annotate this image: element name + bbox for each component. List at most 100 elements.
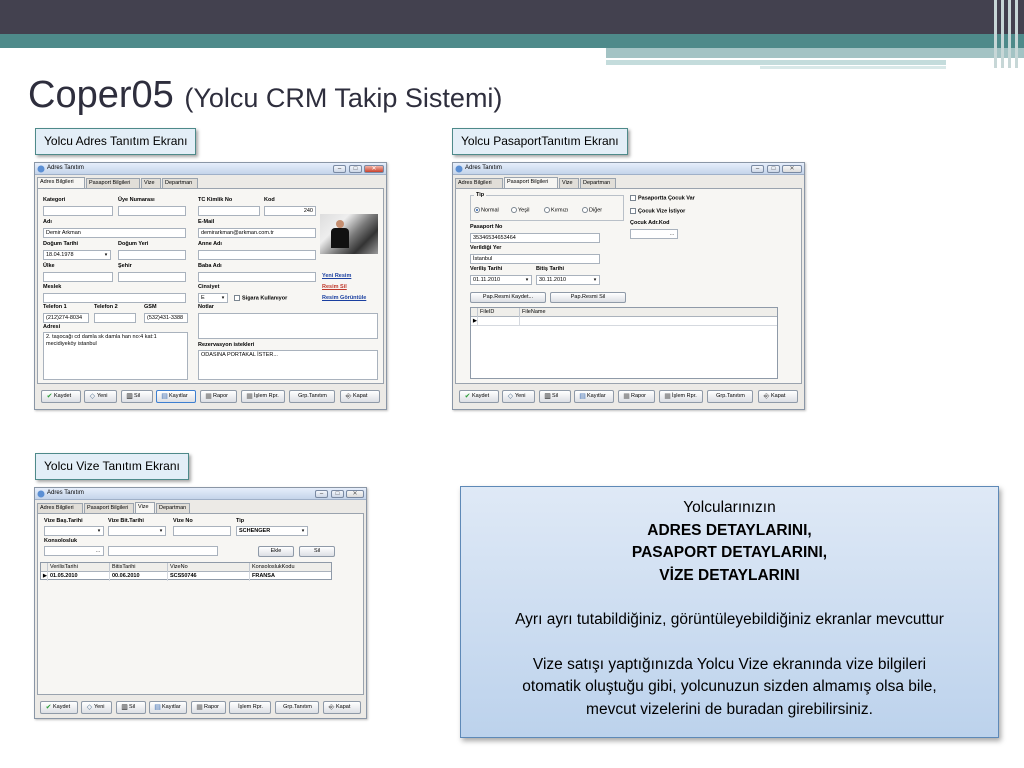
radio-kirmizi[interactable]: Kırmızı xyxy=(544,207,568,213)
chevron-down-icon[interactable]: ▾ xyxy=(592,277,598,283)
dogum-tarihi-input[interactable]: 18.04.1978 ▾ xyxy=(43,250,111,260)
tab-adres[interactable]: Adres Bilgileri xyxy=(37,177,85,188)
kaydet-button[interactable]: ✔ Kaydet xyxy=(41,390,81,403)
radio-yesil[interactable]: Yeşil xyxy=(511,207,529,213)
yeni-button[interactable]: ◇ Yeni xyxy=(81,701,112,714)
tab-adres[interactable]: Adres Bilgileri xyxy=(37,503,83,513)
chevron-down-icon[interactable]: ▾ xyxy=(524,277,530,283)
cocuk-kod-input[interactable]: … xyxy=(630,229,678,239)
minimize-button[interactable]: – xyxy=(751,165,764,173)
adi-input[interactable]: Demir Arkman xyxy=(43,228,186,238)
chevron-down-icon[interactable]: ▾ xyxy=(103,252,109,258)
table-row[interactable]: ▶ xyxy=(471,317,777,326)
col-filename[interactable]: FileName xyxy=(520,308,776,317)
vize-sil-button[interactable]: Sil xyxy=(299,546,335,557)
resim-goruntule-link[interactable]: Resim Görüntüle xyxy=(322,295,366,301)
close-button[interactable]: ✕ xyxy=(364,165,384,173)
tab-adres[interactable]: Adres Bilgileri xyxy=(455,178,503,188)
meslek-input[interactable] xyxy=(43,293,186,303)
radio-normal[interactable]: Normal xyxy=(474,207,499,213)
ellipsis-icon[interactable]: … xyxy=(668,231,676,237)
adres-textarea[interactable]: 2. taşocağı cd damla sk damla han no:4 k… xyxy=(43,332,188,380)
anne-input[interactable] xyxy=(198,250,316,260)
radio-diger[interactable]: Diğer xyxy=(582,207,602,213)
col-fileid[interactable]: FileID xyxy=(478,308,520,317)
tab-pasaport[interactable]: Pasaport Bilgileri xyxy=(86,178,140,188)
rezervasyon-textarea[interactable]: ODASINA PORTAKAL İSTER... xyxy=(198,350,378,380)
notlar-textarea[interactable] xyxy=(198,313,378,339)
kaydet-button[interactable]: ✔ Kaydet xyxy=(459,390,499,403)
sil-button[interactable]: ▥Sil xyxy=(539,390,571,403)
rapor-button[interactable]: ▦Rapor xyxy=(200,390,237,403)
chevron-down-icon[interactable]: ▾ xyxy=(96,528,102,534)
verildigi-input[interactable]: İstanbul xyxy=(470,254,600,264)
grp-tanitim-button[interactable]: Grp.Tanıtım xyxy=(707,390,753,403)
chevron-down-icon[interactable]: ▾ xyxy=(300,528,306,534)
konsolosluk-input[interactable]: … xyxy=(44,546,104,556)
maximize-button[interactable]: □ xyxy=(349,165,362,173)
bitis-input[interactable]: 30.11.2010 ▾ xyxy=(536,275,600,285)
kapat-button[interactable]: ⎆ Kapat xyxy=(323,701,361,714)
dogum-yeri-input[interactable] xyxy=(118,250,186,260)
minimize-button[interactable]: – xyxy=(333,165,346,173)
islem-button[interactable]: ▦İşlem Rpr. xyxy=(241,390,285,403)
table-row[interactable]: ▶ 01.05.2010 00.06.2010 SCS50746 FRANSA xyxy=(41,572,331,581)
tab-departman[interactable]: Departman xyxy=(580,178,616,188)
baba-input[interactable] xyxy=(198,272,316,282)
rapor-button[interactable]: ▦Rapor xyxy=(191,701,226,714)
col-bitis[interactable]: BitisTarihi xyxy=(110,563,168,572)
sil-button[interactable]: ▥Sil xyxy=(121,390,153,403)
tel1-input[interactable]: (212)274-8034 xyxy=(43,313,89,323)
kayitlar-button[interactable]: ▤Kayıtlar xyxy=(574,390,614,403)
kaydet-button[interactable]: ✔ Kaydet xyxy=(40,701,78,714)
close-button[interactable]: ✕ xyxy=(346,490,364,498)
kayitlar-button[interactable]: ▤Kayıtlar xyxy=(149,701,187,714)
col-konsolosluk[interactable]: KonsoloslukKodu xyxy=(250,563,332,572)
cocuk-vize-checkbox[interactable]: Çocuk Vize İstiyor xyxy=(630,208,685,214)
vize-bit-input[interactable]: ▾ xyxy=(108,526,166,536)
cinsiyet-select[interactable]: E ▾ xyxy=(198,293,228,303)
tab-vize[interactable]: Vize xyxy=(135,502,155,513)
verilis-input[interactable]: 01.11.2010 ▾ xyxy=(470,275,532,285)
yeni-resim-link[interactable]: Yeni Resim xyxy=(322,273,351,279)
maximize-button[interactable]: □ xyxy=(331,490,344,498)
yeni-button[interactable]: ◇ Yeni xyxy=(84,390,117,403)
tab-pasaport[interactable]: Pasaport Bilgileri xyxy=(84,503,134,513)
pap-resmi-sil-button[interactable]: Pap.Resmi Sil xyxy=(550,292,626,303)
ulke-input[interactable] xyxy=(43,272,113,282)
tab-pasaport[interactable]: Pasaport Bilgileri xyxy=(504,177,558,188)
sil-button[interactable]: ▥Sil xyxy=(116,701,146,714)
col-vizeno[interactable]: VizeNo xyxy=(168,563,250,572)
tab-departman[interactable]: Departman xyxy=(156,503,190,513)
kayitlar-button[interactable]: ▤Kayıtlar xyxy=(156,390,196,403)
chevron-down-icon[interactable]: ▾ xyxy=(158,528,164,534)
resim-sil-link[interactable]: Resim Sil xyxy=(322,284,347,290)
cocuk-var-checkbox[interactable]: Pasaportta Çocuk Var xyxy=(630,195,695,201)
ekle-button[interactable]: Ekle xyxy=(258,546,294,557)
tab-departman[interactable]: Departman xyxy=(162,178,198,188)
vize-no-input[interactable] xyxy=(173,526,231,536)
ellipsis-icon[interactable]: … xyxy=(94,548,102,554)
yeni-button[interactable]: ◇ Yeni xyxy=(502,390,535,403)
sigara-checkbox[interactable]: Sigara Kullanıyor xyxy=(234,295,287,301)
vize-tip-select[interactable]: SCHENGER ▾ xyxy=(236,526,308,536)
pasaport-no-input[interactable]: 35346534653464 xyxy=(470,233,600,243)
pap-resmi-kaydet-button[interactable]: Pap.Resmi Kaydet... xyxy=(470,292,546,303)
tab-vize[interactable]: Vize xyxy=(559,178,579,188)
sehir-input[interactable] xyxy=(118,272,186,282)
vize-bas-input[interactable]: ▾ xyxy=(44,526,104,536)
kapat-button[interactable]: ⎆ Kapat xyxy=(758,390,798,403)
minimize-button[interactable]: – xyxy=(315,490,328,498)
tab-vize[interactable]: Vize xyxy=(141,178,161,188)
tel2-input[interactable] xyxy=(94,313,136,323)
tc-input[interactable] xyxy=(198,206,260,216)
islem-button[interactable]: İşlem Rpr. xyxy=(229,701,271,714)
islem-button[interactable]: ▦İşlem Rpr. xyxy=(659,390,703,403)
email-input[interactable]: demirarkman@arkman.com.tr xyxy=(198,228,316,238)
rapor-button[interactable]: ▦Rapor xyxy=(618,390,655,403)
col-verilis[interactable]: VerilisTarihi xyxy=(48,563,110,572)
uye-input[interactable] xyxy=(118,206,186,216)
kapat-button[interactable]: ⎆ Kapat xyxy=(340,390,380,403)
maximize-button[interactable]: □ xyxy=(767,165,780,173)
chevron-down-icon[interactable]: ▾ xyxy=(220,295,226,301)
